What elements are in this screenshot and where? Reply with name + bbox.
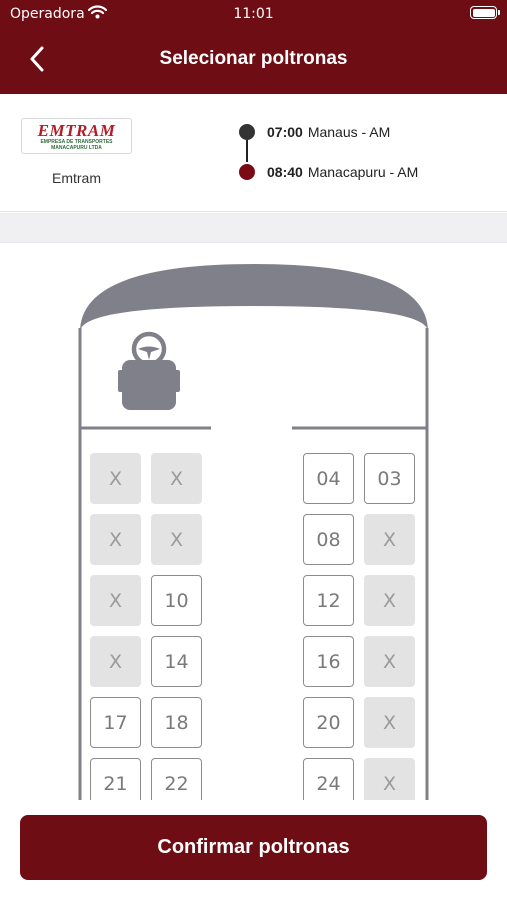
- seat-18[interactable]: 18: [151, 697, 202, 748]
- origin-stop: 07:00 Manaus - AM: [239, 124, 390, 140]
- seat-occupied: X: [364, 575, 415, 626]
- seat-22[interactable]: 22: [151, 758, 202, 800]
- company-logo: EMTRAM EMPRESA DE TRANSPORTES MANACAPURU…: [21, 118, 132, 154]
- section-divider: [0, 213, 507, 243]
- departure-time: 07:00: [267, 124, 303, 140]
- arrival-time: 08:40: [267, 164, 303, 180]
- company-logo-subtext: EMPRESA DE TRANSPORTES MANACAPURU LTDA: [40, 139, 113, 151]
- destination-dot-icon: [239, 164, 255, 180]
- seat-12[interactable]: 12: [303, 575, 354, 626]
- seat-20[interactable]: 20: [303, 697, 354, 748]
- seat-occupied: X: [90, 636, 141, 687]
- destination-city: Manacapuru - AM: [307, 164, 419, 180]
- destination-stop: 08:40 Manacapuru - AM: [239, 164, 418, 180]
- company-name: Emtram: [52, 170, 101, 186]
- seat-occupied: X: [364, 697, 415, 748]
- seat-08[interactable]: 08: [303, 514, 354, 565]
- seat-17[interactable]: 17: [90, 697, 141, 748]
- seat-14[interactable]: 14: [151, 636, 202, 687]
- confirm-seats-button[interactable]: Confirmar poltronas: [20, 815, 487, 880]
- seat-occupied: X: [90, 514, 141, 565]
- seat-occupied: X: [364, 514, 415, 565]
- seat-10[interactable]: 10: [151, 575, 202, 626]
- battery-icon: [470, 6, 500, 19]
- origin-city: Manaus - AM: [307, 124, 391, 140]
- status-bar: Operadora 11:01: [0, 0, 507, 28]
- route-line: [246, 140, 248, 162]
- seat-occupied: X: [364, 636, 415, 687]
- driver-seat-icon: [118, 331, 180, 410]
- seat-occupied: X: [90, 453, 141, 504]
- seat-occupied: X: [364, 758, 415, 800]
- seat-24[interactable]: 24: [303, 758, 354, 800]
- seat-03[interactable]: 03: [364, 453, 415, 504]
- seat-04[interactable]: 04: [303, 453, 354, 504]
- clock: 11:01: [233, 6, 274, 22]
- seat-16[interactable]: 16: [303, 636, 354, 687]
- seat-21[interactable]: 21: [90, 758, 141, 800]
- seat-occupied: X: [151, 514, 202, 565]
- seat-occupied: X: [90, 575, 141, 626]
- bus-outline: [78, 264, 429, 800]
- origin-dot-icon: [239, 124, 255, 140]
- bus-seat-map: X X 04 03 X X 08 X X 10 12 X X 14 16 X 17 18 20 X 21 22 24 X: [0, 244, 507, 800]
- app-header: Operadora 11:01 Selecionar poltronas: [0, 0, 507, 94]
- trip-summary: EMTRAM EMPRESA DE TRANSPORTES MANACAPURU…: [0, 94, 507, 212]
- seat-occupied: X: [151, 453, 202, 504]
- page-title: Selecionar poltronas: [159, 48, 348, 69]
- company-logo-text: EMTRAM: [37, 121, 116, 140]
